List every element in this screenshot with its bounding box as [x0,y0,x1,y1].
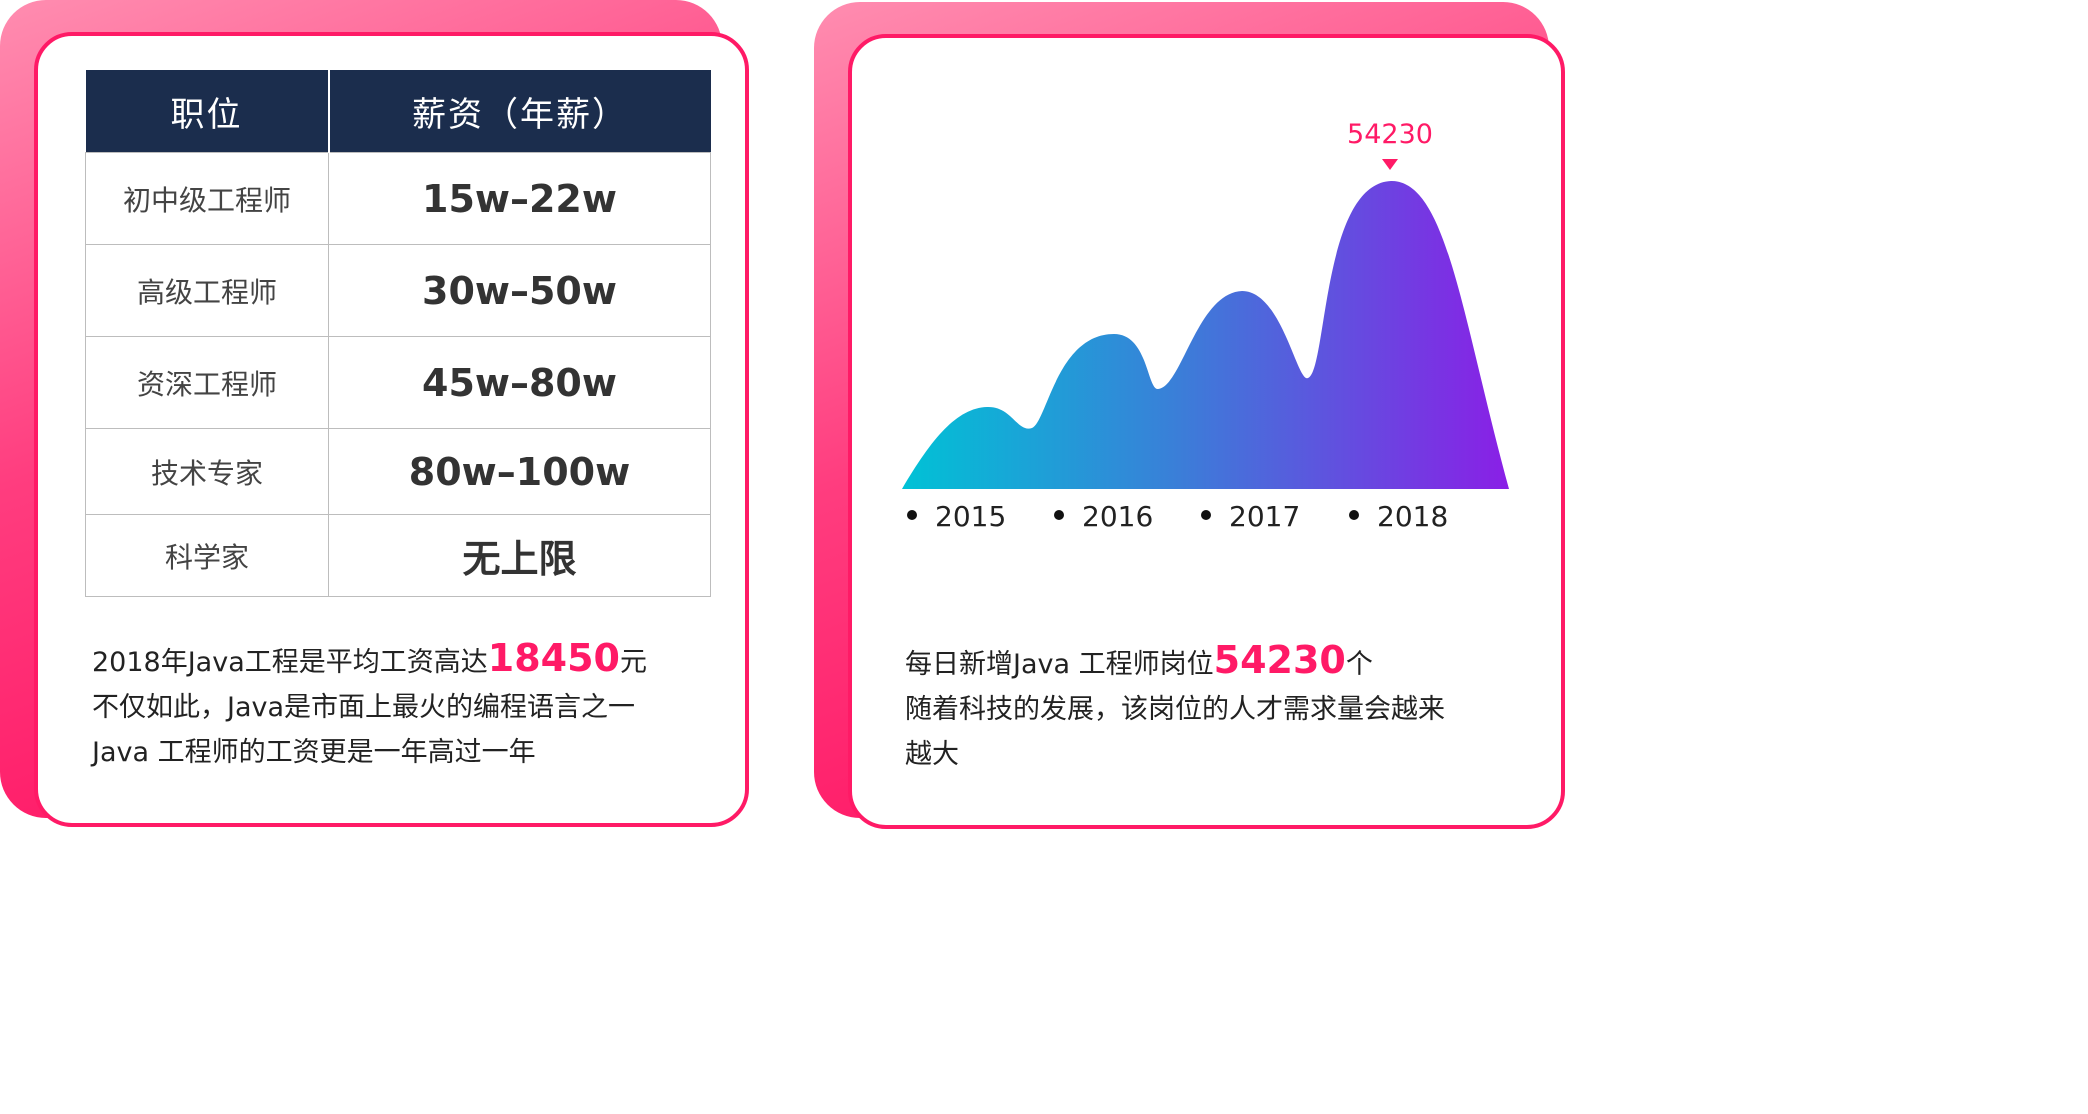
salary-cell: 45w–80w [328,336,711,429]
desc-line: 每日新增Java 工程师岗位54230个 [905,638,1525,687]
legend-dot-icon [1054,510,1064,520]
salary-cell: 无上限 [328,514,711,597]
desc-line: 随着科技的发展，该岗位的人才需求量会越来 [905,694,1445,725]
position-cell: 资深工程师 [85,336,329,429]
position-cell: 高级工程师 [85,244,329,337]
table-row: 高级工程师 30w–50w [85,244,711,337]
legend-dot-icon [1349,510,1359,520]
jobs-description: 每日新增Java 工程师岗位54230个 随着科技的发展，该岗位的人才需求量会越… [905,638,1525,777]
table-row: 科学家 无上限 [85,514,711,597]
highlight-number: 18450 [487,636,620,680]
chart-card: 54230 2015 2016 2017 2018 每日新增Java 工程师岗位… [848,34,1565,829]
position-cell: 科学家 [85,514,329,597]
table-row: 技术专家 80w–100w [85,428,711,515]
table-row: 初中级工程师 15w–22w [85,152,711,245]
salary-card: 职位 薪资（年薪） 初中级工程师 15w–22w 高级工程师 30w–50w 资… [34,32,749,827]
desc-text: 个 [1345,649,1373,680]
highlight-number: 54230 [1213,638,1346,682]
desc-text: 2018年Java工程是平均工资高达 [92,647,488,678]
desc-line: 2018年Java工程是平均工资高达18450元 [92,636,712,685]
salary-table: 职位 薪资（年薪） 初中级工程师 15w–22w 高级工程师 30w–50w 资… [85,70,711,597]
header-salary: 薪资（年薪） [328,70,711,153]
salary-cell: 15w–22w [328,152,711,245]
desc-line: Java 工程师的工资更是一年高过一年 [92,737,536,768]
desc-text: 每日新增Java 工程师岗位 [905,649,1214,680]
header-position: 职位 [85,70,330,153]
area-chart: 54230 2015 2016 2017 2018 [902,119,1509,533]
table-row: 资深工程师 45w–80w [85,336,711,429]
salary-description: 2018年Java工程是平均工资高达18450元 不仅如此，Java是市面上最火… [92,636,712,775]
desc-text: 元 [619,647,647,678]
x-tick-label: 2016 [1082,500,1153,533]
salary-cell: 30w–50w [328,244,711,337]
peak-marker-icon [1382,159,1398,170]
salary-cell: 80w–100w [328,428,711,515]
x-tick-label: 2017 [1229,500,1300,533]
x-tick-label: 2015 [935,500,1006,533]
position-cell: 技术专家 [85,428,329,515]
x-tick-label: 2018 [1377,500,1448,533]
area-series [902,180,1509,489]
desc-line: 不仅如此，Java是市面上最火的编程语言之一 [92,692,636,723]
peak-value-label: 54230 [1347,119,1433,150]
legend-dot-icon [907,510,917,520]
desc-line: 越大 [905,739,959,770]
position-cell: 初中级工程师 [85,152,329,245]
legend-dot-icon [1201,510,1211,520]
